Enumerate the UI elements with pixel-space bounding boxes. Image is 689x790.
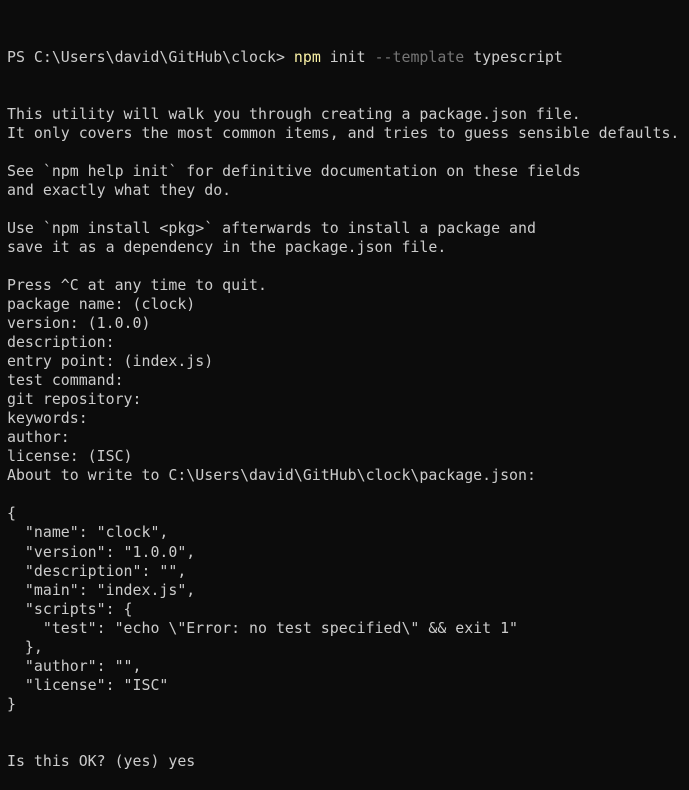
output-line: test command: [7, 371, 124, 390]
output-line: "author": "", [7, 656, 142, 675]
output-line: "test": "echo \"Error: no test specified… [7, 618, 519, 637]
output-line: author: [7, 428, 70, 447]
output-line: "description": "", [7, 561, 187, 580]
prompt-path: PS C:\Users\david\GitHub\clock> [7, 48, 294, 67]
output-line: }, [7, 637, 43, 656]
output-line: Use `npm install <pkg>` afterwards to in… [7, 219, 536, 238]
terminal-output[interactable]: PS C:\Users\david\GitHub\clock> npm init… [7, 10, 689, 790]
output-line: git repository: [7, 390, 142, 409]
output-line: } [7, 694, 16, 713]
output-line: version: (1.0.0) [7, 314, 151, 333]
command-name: npm [293, 48, 321, 67]
output-line: Press ^C at any time to quit. [7, 276, 267, 295]
output-line: package name: (clock) [7, 295, 196, 314]
output-line: license: (ISC) [7, 447, 133, 466]
output-line: About to write to C:\Users\david\GitHub\… [7, 466, 536, 485]
output-line: and exactly what they do. [7, 181, 232, 200]
output-line: "name": "clock", [7, 523, 169, 542]
command-arg: typescript [464, 48, 563, 67]
output-line: This utility will walk you through creat… [7, 105, 581, 124]
output-line: "scripts": { [7, 599, 133, 618]
output-line: { [7, 504, 16, 523]
prompt-line: PS C:\Users\david\GitHub\clock> npm init… [7, 48, 689, 67]
output-line: It only covers the most common items, an… [7, 124, 680, 143]
command-parameter: --template [374, 48, 465, 67]
output-line: save it as a dependency in the package.j… [7, 238, 447, 257]
output-line: description: [7, 333, 115, 352]
output-line: "version": "1.0.0", [7, 542, 196, 561]
output-line: keywords: [7, 409, 88, 428]
output-line: "license": "ISC" [7, 675, 169, 694]
output-line: See `npm help init` for definitive docum… [7, 162, 581, 181]
output-line: Is this OK? (yes) yes [7, 751, 196, 770]
output-line: entry point: (index.js) [7, 352, 214, 371]
output-line: "main": "index.js", [7, 580, 196, 599]
command-arg: init [320, 48, 375, 67]
